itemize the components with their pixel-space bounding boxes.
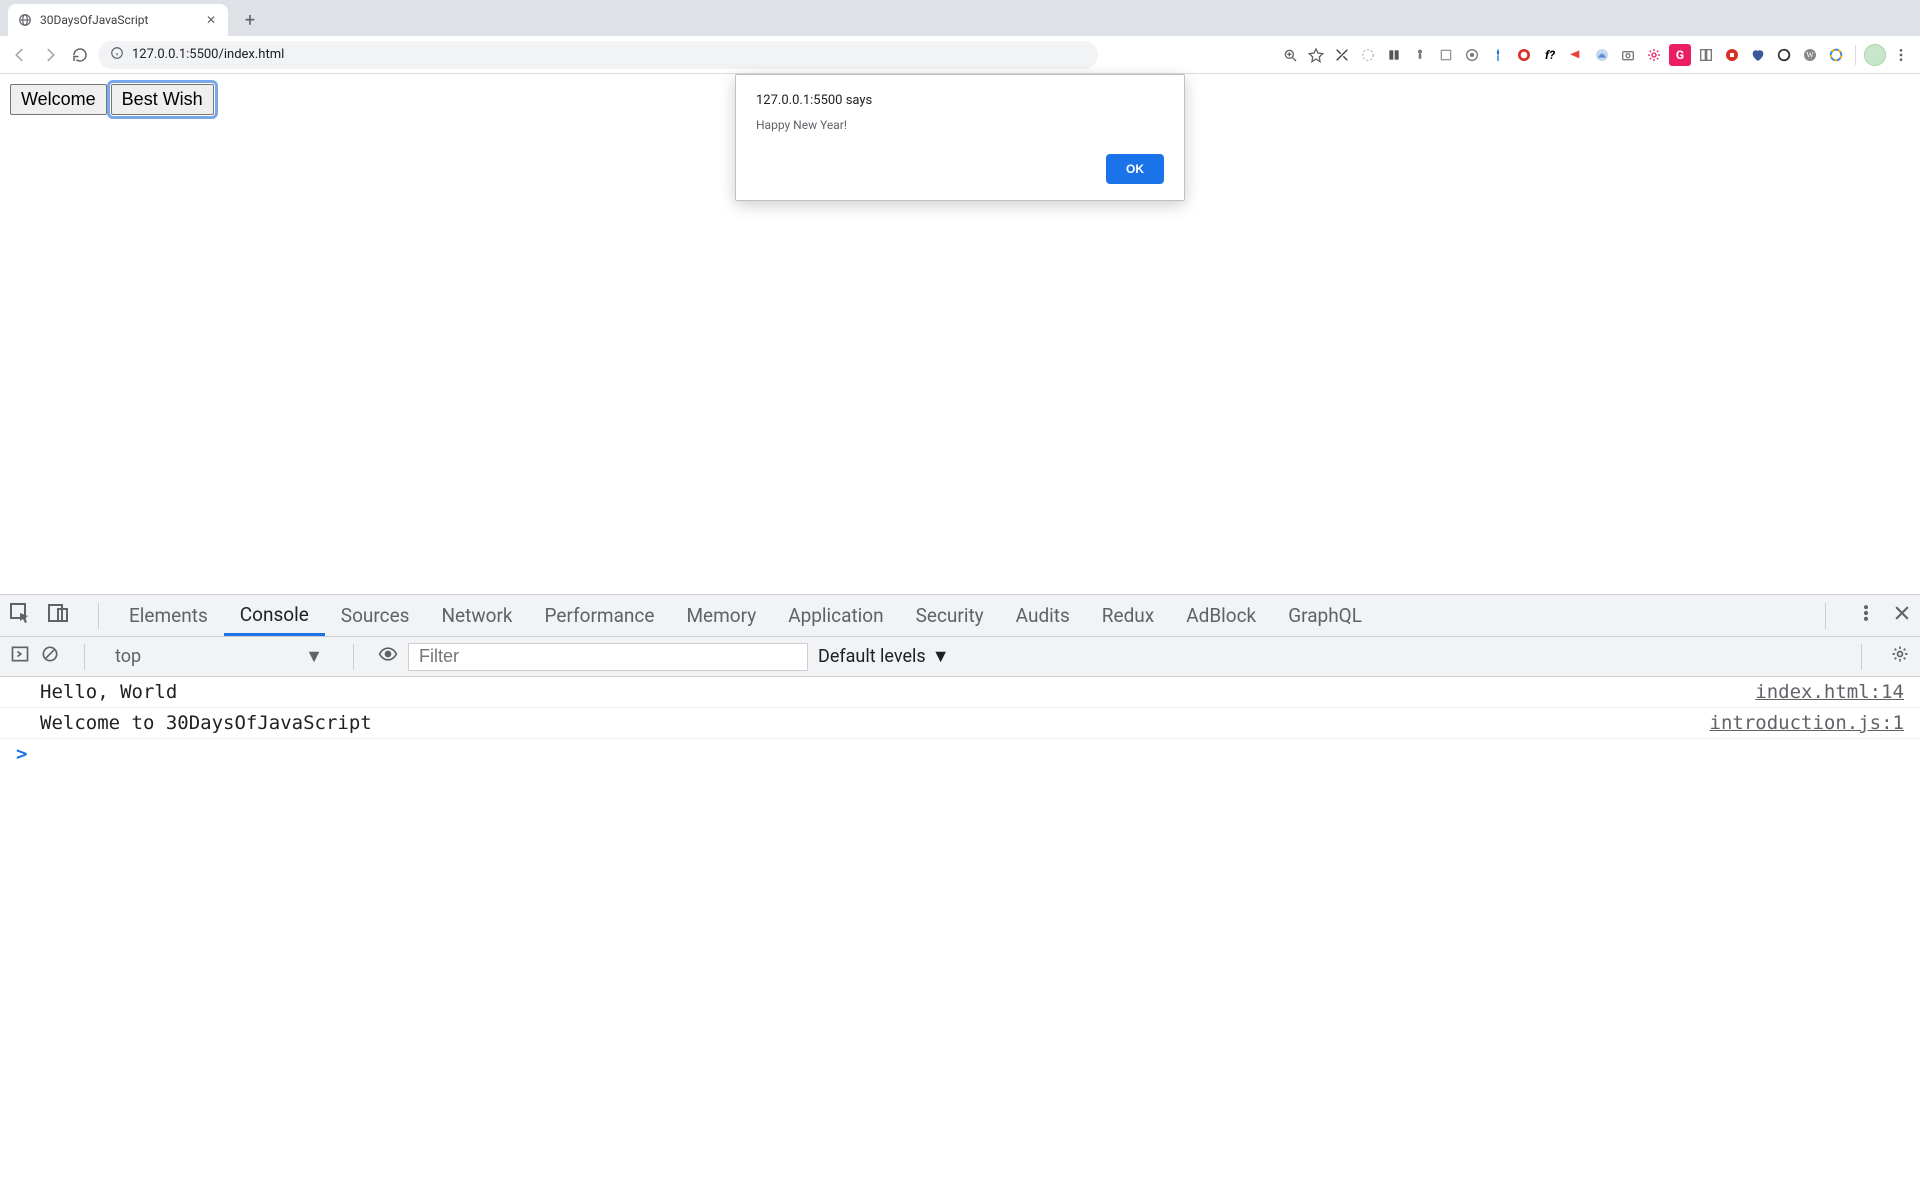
extension-icon[interactable] (1591, 44, 1613, 66)
extension-icon[interactable] (1513, 44, 1535, 66)
divider (98, 603, 99, 629)
alert-message: Happy New Year! (756, 118, 1164, 132)
extension-icon[interactable] (1721, 44, 1743, 66)
live-expression-icon[interactable] (378, 644, 398, 669)
extension-icon[interactable]: f? (1539, 44, 1561, 66)
devtools-menu-icon[interactable] (1856, 603, 1876, 628)
devtools-tab-memory[interactable]: Memory (670, 595, 772, 636)
console-filter-input[interactable] (408, 643, 808, 671)
divider (1861, 644, 1862, 670)
devtools-tab-performance[interactable]: Performance (529, 595, 671, 636)
devtools-tabbar: ElementsConsoleSourcesNetworkPerformance… (0, 595, 1920, 637)
extension-icon[interactable] (1565, 44, 1587, 66)
svg-text:W: W (1806, 50, 1814, 59)
welcome-button[interactable]: Welcome (10, 84, 107, 115)
site-info-icon[interactable] (110, 46, 124, 64)
extension-icon[interactable] (1461, 44, 1483, 66)
console-log-message: Hello, World (40, 681, 177, 703)
console-log-source-link[interactable]: index.html:14 (1755, 681, 1904, 703)
extension-icon[interactable] (1409, 44, 1431, 66)
console-log-row: Hello, World index.html:14 (0, 677, 1920, 708)
browser-tab[interactable]: 30DaysOfJavaScript ✕ (8, 4, 228, 36)
devtools-tab-graphql[interactable]: GraphQL (1272, 595, 1378, 636)
devtools-tab-security[interactable]: Security (900, 595, 1000, 636)
divider (1825, 603, 1826, 629)
chevron-down-icon: ▼ (932, 646, 950, 667)
clear-console-icon[interactable] (40, 644, 60, 669)
extension-icon[interactable] (1617, 44, 1639, 66)
address-bar[interactable]: 127.0.0.1:5500/index.html (98, 41, 1098, 69)
console-output[interactable]: Hello, World index.html:14 Welcome to 30Da… (0, 677, 1920, 1196)
devtools-tab-sources[interactable]: Sources (325, 595, 426, 636)
console-settings-icon[interactable] (1890, 644, 1910, 669)
divider (353, 644, 354, 670)
page-viewport: Welcome Best Wish 127.0.0.1:5500 says Ha… (0, 74, 1920, 594)
console-prompt[interactable]: > (0, 739, 1920, 769)
devtools-tab-application[interactable]: Application (772, 595, 899, 636)
extension-icon[interactable] (1825, 44, 1847, 66)
extension-icon[interactable] (1695, 44, 1717, 66)
execution-context-select[interactable]: top ▼ (109, 643, 329, 671)
devtools-tab-adblock[interactable]: AdBlock (1170, 595, 1272, 636)
browser-tabstrip: 30DaysOfJavaScript ✕ + (0, 0, 1920, 36)
execution-context-label: top (115, 646, 141, 667)
devtools-tab-console[interactable]: Console (224, 595, 325, 636)
devtools-tab-audits[interactable]: Audits (1000, 595, 1086, 636)
devtools-tab-network[interactable]: Network (425, 595, 528, 636)
toolbar-divider (1855, 45, 1856, 65)
address-bar-url: 127.0.0.1:5500/index.html (132, 47, 284, 62)
extension-icon[interactable] (1487, 44, 1509, 66)
new-tab-button[interactable]: + (236, 6, 264, 34)
alert-ok-button[interactable]: OK (1106, 154, 1164, 184)
console-log-source-link[interactable]: introduction.js:1 (1710, 712, 1904, 734)
extension-icon[interactable] (1747, 44, 1769, 66)
console-toolbar: top ▼ Default levels ▼ (0, 637, 1920, 677)
devtools-close-icon[interactable] (1892, 603, 1912, 628)
alert-origin: 127.0.0.1:5500 says (756, 93, 1164, 108)
chrome-menu-icon[interactable] (1890, 44, 1912, 66)
log-level-label: Default levels (818, 646, 926, 667)
js-alert-dialog: 127.0.0.1:5500 says Happy New Year! OK (735, 74, 1185, 201)
toolbar-right: f? G W (1279, 44, 1912, 66)
globe-icon (18, 13, 32, 27)
extension-icon[interactable] (1331, 44, 1353, 66)
extension-icon[interactable] (1643, 44, 1665, 66)
chevron-down-icon: ▼ (305, 646, 323, 667)
extension-icon[interactable] (1357, 44, 1379, 66)
divider (84, 644, 85, 670)
devtools-panel: ElementsConsoleSourcesNetworkPerformance… (0, 594, 1920, 1196)
bookmark-star-icon[interactable] (1305, 44, 1327, 66)
extension-icon[interactable] (1773, 44, 1795, 66)
forward-button[interactable] (38, 43, 62, 67)
log-level-select[interactable]: Default levels ▼ (818, 646, 950, 667)
profile-avatar[interactable] (1864, 44, 1886, 66)
best-wish-button[interactable]: Best Wish (111, 84, 214, 115)
browser-toolbar: 127.0.0.1:5500/index.html f? G W (0, 36, 1920, 74)
inspect-element-icon[interactable] (8, 601, 32, 630)
close-tab-icon[interactable]: ✕ (204, 13, 218, 27)
back-button[interactable] (8, 43, 32, 67)
console-sidebar-toggle-icon[interactable] (10, 644, 30, 669)
reload-button[interactable] (68, 43, 92, 67)
browser-tab-title: 30DaysOfJavaScript (40, 13, 196, 27)
extension-icon[interactable]: G (1669, 44, 1691, 66)
zoom-icon[interactable] (1279, 44, 1301, 66)
console-log-message: Welcome to 30DaysOfJavaScript (40, 712, 372, 734)
devtools-tab-elements[interactable]: Elements (113, 595, 224, 636)
devtools-tab-redux[interactable]: Redux (1086, 595, 1170, 636)
console-log-row: Welcome to 30DaysOfJavaScript introductio… (0, 708, 1920, 739)
extension-icon[interactable]: W (1799, 44, 1821, 66)
extension-icon[interactable] (1435, 44, 1457, 66)
device-toolbar-icon[interactable] (46, 601, 70, 630)
extension-icon[interactable] (1383, 44, 1405, 66)
